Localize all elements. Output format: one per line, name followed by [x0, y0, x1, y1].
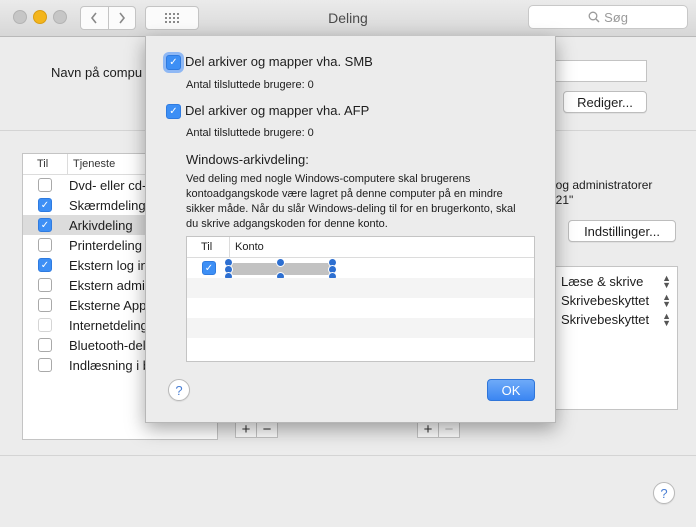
afp-label: Del arkiver og mapper vha. AFP — [185, 103, 370, 118]
add-button[interactable]: + — [236, 421, 256, 438]
service-label: Ekstern log in — [69, 257, 148, 273]
service-checkbox[interactable] — [38, 178, 52, 192]
permission-label: Skrivebeskyttet — [561, 293, 650, 308]
service-checkbox[interactable]: ✓ — [38, 198, 52, 212]
ok-button[interactable]: OK — [487, 379, 535, 401]
header-service: Tjeneste — [67, 154, 115, 174]
header-on: Til — [37, 158, 49, 170]
help-button[interactable]: ? — [653, 482, 675, 504]
service-checkbox[interactable] — [38, 338, 52, 352]
search-input[interactable]: Søg — [528, 5, 688, 29]
permission-label: Skrivebeskyttet — [561, 312, 650, 327]
service-checkbox[interactable] — [38, 358, 52, 372]
service-label: Printerdeling — [69, 237, 142, 253]
permission-popup[interactable]: Læse & skrive ▲ ▼ — [555, 272, 677, 291]
service-label: Dvd- eller cd- — [69, 177, 147, 193]
up-down-arrows-icon: ▲ ▼ — [662, 310, 671, 328]
permission-popup[interactable]: Skrivebeskyttet ▲ ▼ — [555, 291, 677, 310]
help-icon: ? — [175, 382, 183, 398]
service-checkbox[interactable] — [38, 318, 52, 332]
service-label: Eksterne App — [69, 297, 147, 313]
search-icon — [588, 11, 600, 23]
service-label: Skærmdeling — [69, 197, 146, 213]
permission-popup[interactable]: Skrivebeskyttet ▲ ▼ — [555, 310, 677, 329]
service-checkbox[interactable]: ✓ — [38, 258, 52, 272]
sharing-info-text: en og administratorer 0.121" — [539, 178, 652, 208]
header-account: Konto — [229, 237, 264, 257]
service-checkbox[interactable] — [38, 278, 52, 292]
checkmark-icon: ✓ — [40, 199, 50, 211]
service-checkbox[interactable]: ✓ — [38, 218, 52, 232]
checkmark-icon: ✓ — [40, 219, 50, 231]
sharing-info-line1: en og administratorer — [539, 178, 653, 192]
sharing-info-line2: 0.121" — [539, 193, 574, 207]
checkmark-icon: ✓ — [40, 259, 50, 271]
search-placeholder: Søg — [604, 9, 628, 25]
help-icon: ? — [660, 485, 668, 501]
service-label: Bluetooth-del — [69, 337, 146, 353]
accounts-table: Til Konto ✓ — [186, 236, 535, 362]
service-checkbox[interactable] — [38, 238, 52, 252]
account-row-empty — [187, 278, 534, 298]
options-button[interactable]: Indstillinger... — [568, 220, 676, 242]
divider — [0, 455, 696, 456]
edit-button[interactable]: Rediger... — [563, 91, 647, 113]
account-row-empty — [187, 338, 534, 358]
accounts-table-header: Til Konto — [187, 237, 534, 258]
service-label: Internetdeling — [69, 317, 148, 333]
windows-sharing-heading: Windows-arkivdeling: — [186, 152, 309, 167]
afp-checkbox[interactable]: ✓ — [166, 104, 181, 119]
afp-connected-users: Antal tilsluttede brugere: 0 — [186, 127, 314, 139]
remove-button[interactable]: − — [256, 421, 277, 438]
up-down-arrows-icon: ▲ ▼ — [662, 291, 671, 309]
smb-label: Del arkiver og mapper vha. SMB — [185, 54, 373, 69]
permission-label: Læse & skrive — [561, 274, 644, 289]
title-bar: Deling Søg — [0, 0, 696, 37]
service-label: Arkivdeling — [69, 217, 133, 233]
smb-connected-users: Antal tilsluttede brugere: 0 — [186, 79, 314, 91]
service-label: Ekstern admir — [69, 277, 150, 293]
service-label: Indlæsning i b — [69, 357, 150, 373]
remove-user-button[interactable]: − — [438, 421, 459, 438]
account-row-empty — [187, 318, 534, 338]
file-sharing-options-sheet: ✓ Del arkiver og mapper vha. SMB Antal t… — [145, 36, 556, 423]
checkmark-icon: ✓ — [169, 106, 178, 117]
account-checkbox[interactable]: ✓ — [202, 261, 216, 275]
selection-handle — [276, 258, 285, 267]
add-user-button[interactable]: + — [418, 421, 438, 438]
sheet-help-button[interactable]: ? — [168, 379, 190, 401]
account-row[interactable]: ✓ — [187, 258, 534, 281]
account-row-empty — [187, 298, 534, 318]
service-checkbox[interactable] — [38, 298, 52, 312]
permissions-table: Læse & skrive ▲ ▼ Skrivebeskyttet ▲ ▼ Skrivebe… — [555, 266, 678, 410]
windows-sharing-description: Ved deling med nogle Windows-computere s… — [186, 173, 516, 230]
computer-name-label: Navn på compu — [51, 65, 143, 80]
up-down-arrows-icon: ▲ ▼ — [662, 272, 671, 290]
header-on: Til — [201, 241, 213, 253]
checkmark-icon: ✓ — [204, 262, 214, 274]
smb-checkbox[interactable]: ✓ — [166, 55, 181, 70]
computer-name-field[interactable] — [555, 60, 647, 82]
checkmark-icon: ✓ — [169, 57, 178, 68]
